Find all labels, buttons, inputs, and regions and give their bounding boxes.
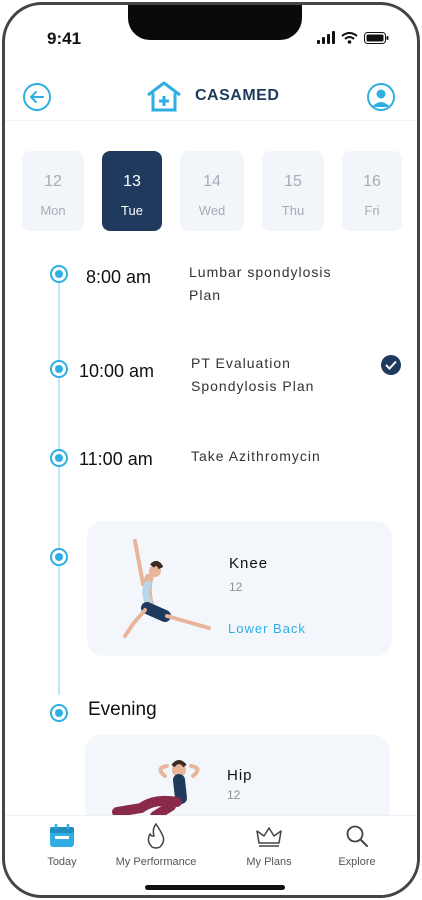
- event-title-line: Take Azithromycin: [191, 448, 321, 464]
- brand-name: CASAMED: [195, 87, 280, 104]
- date-item-selected[interactable]: 13 Tue: [102, 151, 162, 231]
- event-time: 10:00 am: [79, 361, 155, 381]
- home-indicator: [145, 885, 285, 890]
- event-title-line: Lumbar spondylosis: [189, 264, 332, 280]
- event-time: 8:00 am: [86, 267, 152, 287]
- nav-label: My Performance: [115, 856, 197, 868]
- card-count: 12: [229, 580, 243, 594]
- date-number: 14: [203, 173, 221, 190]
- date-number: 12: [44, 173, 62, 190]
- crown-icon: [256, 827, 282, 847]
- date-day: Mon: [40, 203, 66, 218]
- event-title[interactable]: PT Evaluation Spondylosis Plan: [191, 352, 314, 398]
- status-time: 9:41: [47, 29, 82, 48]
- event-time: 11:00 am: [79, 449, 153, 469]
- date-strip: 12 Mon 13 Tue 14 Wed 15 Thu 16 Fri: [22, 151, 417, 233]
- wifi-icon: [341, 31, 358, 44]
- timeline-dot: [50, 360, 68, 378]
- date-item[interactable]: 12 Mon: [22, 151, 84, 231]
- section-heading: Evening: [88, 699, 157, 720]
- nav-my-plans[interactable]: My Plans: [219, 822, 319, 868]
- nav-label: Today: [47, 856, 77, 868]
- timeline-dot: [50, 704, 68, 722]
- timeline-dot: [50, 548, 68, 566]
- arrow-left-icon: [30, 91, 44, 103]
- brand: CASAMED: [145, 80, 279, 112]
- signal-icon: [317, 31, 335, 44]
- date-day: Thu: [281, 203, 305, 218]
- timeline-dot: [50, 449, 68, 467]
- date-item[interactable]: 14 Wed: [180, 151, 244, 231]
- app-header: CASAMED: [5, 71, 417, 121]
- status-bar: 9:41: [5, 5, 417, 65]
- date-day: Fri: [364, 203, 380, 218]
- event-title-line: Spondylosis Plan: [191, 378, 315, 394]
- back-button[interactable]: [23, 83, 51, 111]
- yoga-pose-illustration: [123, 539, 211, 638]
- nav-today[interactable]: Today: [12, 822, 112, 868]
- nav-explore[interactable]: Explore: [307, 822, 407, 868]
- card-link[interactable]: Lower Back: [228, 621, 306, 636]
- calendar-icon: [50, 824, 74, 847]
- exercise-card[interactable]: Knee 12 Lower Back: [87, 521, 392, 656]
- nav-my-performance[interactable]: My Performance: [106, 822, 206, 868]
- flame-icon: [147, 823, 165, 849]
- phone-frame: 9:41 CASAMED 12 Mon 13 Tue 14 Wed 15 Thu…: [2, 2, 420, 898]
- date-number: 13: [123, 173, 141, 190]
- nav-label: My Plans: [246, 856, 292, 868]
- status-icons: [317, 31, 389, 44]
- date-number: 16: [363, 173, 381, 190]
- search-icon: [346, 825, 368, 847]
- date-number: 15: [284, 173, 302, 190]
- timeline-line: [58, 275, 60, 695]
- completed-check-icon[interactable]: [381, 355, 401, 375]
- event-title[interactable]: Lumbar spondylosis Plan: [189, 261, 332, 307]
- card-count: 12: [227, 788, 241, 802]
- timeline-dot: [50, 265, 68, 283]
- date-item[interactable]: 15 Thu: [262, 151, 324, 231]
- event-title-line: Plan: [189, 287, 222, 303]
- date-day: Wed: [198, 203, 226, 218]
- card-title: Hip: [227, 767, 253, 784]
- home-medical-logo-icon: [147, 81, 181, 112]
- user-icon: [372, 89, 390, 107]
- profile-button[interactable]: [367, 83, 395, 111]
- nav-label: Explore: [338, 856, 376, 868]
- battery-icon: [364, 31, 389, 44]
- card-title: Knee: [229, 555, 269, 572]
- date-day: Tue: [121, 203, 143, 218]
- notch: [128, 5, 302, 40]
- event-title-line: PT Evaluation: [191, 355, 291, 371]
- date-item[interactable]: 16 Fri: [342, 151, 402, 231]
- event-title[interactable]: Take Azithromycin: [191, 445, 321, 468]
